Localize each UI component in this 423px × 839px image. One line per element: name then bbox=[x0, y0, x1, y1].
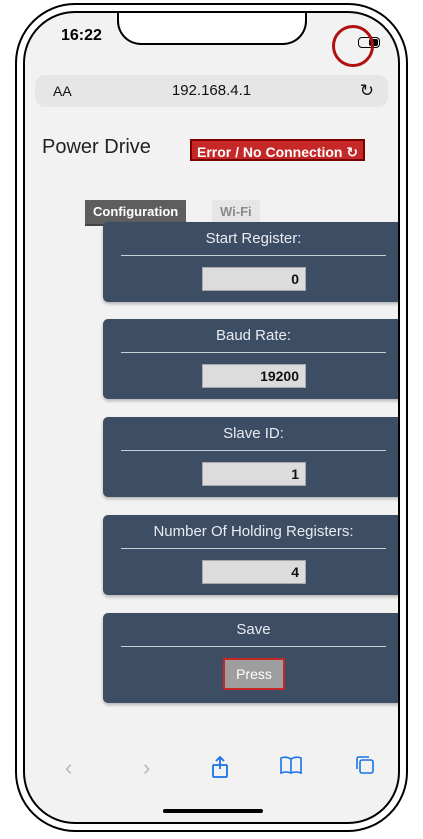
tab-configuration[interactable]: Configuration bbox=[85, 200, 187, 224]
divider bbox=[121, 255, 386, 256]
address-bar[interactable]: AA 192.168.4.1 ↻ bbox=[35, 75, 388, 107]
phone-notch bbox=[117, 13, 307, 45]
holding-registers-input[interactable]: 4 bbox=[202, 560, 306, 584]
divider bbox=[121, 352, 386, 353]
start-register-card: Start Register: 0 bbox=[103, 222, 398, 302]
baud-rate-input[interactable]: 19200 bbox=[202, 364, 306, 388]
bookmarks-icon[interactable] bbox=[279, 755, 303, 781]
connection-status-badge[interactable]: Error / No Connection ↻ bbox=[190, 139, 366, 161]
divider bbox=[121, 646, 386, 647]
forward-arrow-icon[interactable]: › bbox=[143, 755, 150, 781]
slave-id-card: Slave ID: 1 bbox=[103, 417, 398, 497]
tabs-icon[interactable] bbox=[355, 755, 375, 781]
tab-wifi[interactable]: Wi-Fi bbox=[212, 200, 260, 224]
status-time: 16:22 bbox=[61, 27, 102, 44]
browser-toolbar: ‹ › bbox=[25, 743, 398, 793]
slave-id-label: Slave ID: bbox=[223, 425, 284, 442]
save-press-button[interactable]: Press bbox=[223, 658, 285, 690]
share-icon[interactable] bbox=[211, 755, 229, 785]
start-register-label: Start Register: bbox=[205, 230, 302, 247]
phone-screen: 16:22 AA 192.168.4.1 ↻ Power Drive Error… bbox=[23, 11, 400, 824]
home-indicator bbox=[163, 809, 263, 813]
baud-rate-card: Baud Rate: 19200 bbox=[103, 319, 398, 399]
divider bbox=[121, 548, 386, 549]
save-card: Save Press bbox=[103, 613, 398, 703]
back-arrow-icon[interactable]: ‹ bbox=[65, 755, 72, 781]
baud-rate-label: Baud Rate: bbox=[215, 327, 292, 344]
annotation-highlight-circle bbox=[332, 25, 374, 67]
divider bbox=[121, 450, 386, 451]
reload-icon[interactable]: ↻ bbox=[360, 81, 374, 101]
slave-id-input[interactable]: 1 bbox=[202, 462, 306, 486]
url-text[interactable]: 192.168.4.1 bbox=[35, 82, 388, 99]
screenshot: 16:22 AA 192.168.4.1 ↻ Power Drive Error… bbox=[0, 0, 423, 839]
holding-registers-label: Number Of Holding Registers: bbox=[153, 523, 354, 540]
save-label: Save bbox=[236, 621, 271, 638]
start-register-input[interactable]: 0 bbox=[202, 267, 306, 291]
holding-registers-card: Number Of Holding Registers: 4 bbox=[103, 515, 398, 595]
page-title: Power Drive bbox=[42, 136, 151, 158]
